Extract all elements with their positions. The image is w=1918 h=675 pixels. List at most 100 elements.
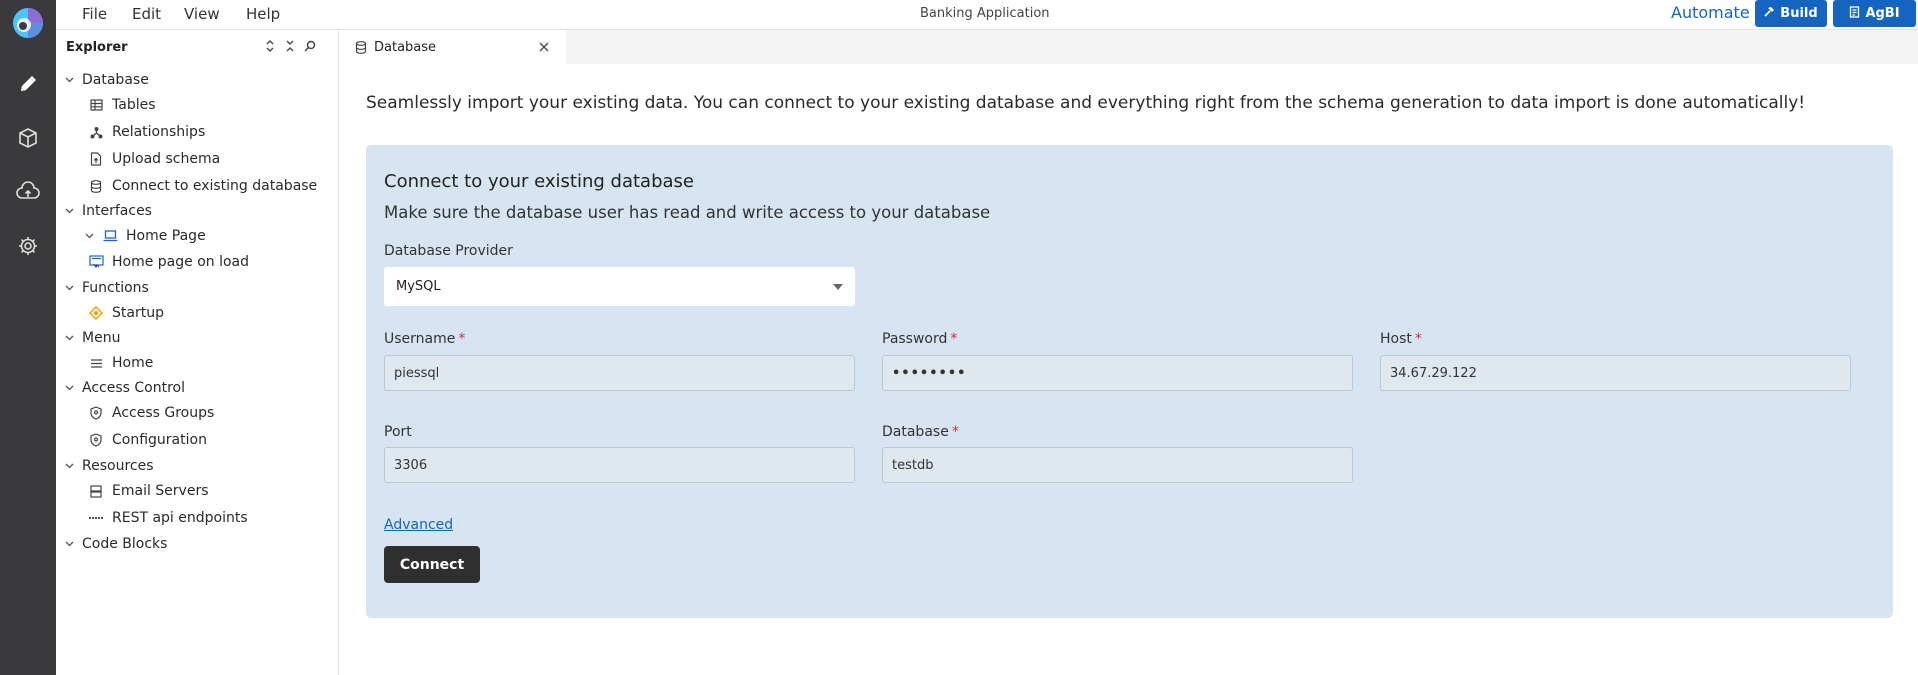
required-asterisk: *: [1414, 331, 1422, 347]
required-asterisk: *: [950, 331, 958, 347]
agbi-button[interactable]: AgBI: [1833, 0, 1916, 27]
tree-item-label: Configuration: [112, 432, 207, 448]
password-field[interactable]: [882, 355, 1353, 391]
database-name-label: Database *: [882, 424, 959, 440]
connect-button[interactable]: Connect: [384, 546, 480, 583]
tree-item-label: Relationships: [112, 124, 206, 140]
port-field[interactable]: [384, 447, 855, 483]
tree-item-label: REST api endpoints: [112, 510, 248, 526]
explorer-panel: Explorer Database Tables Relationships U…: [56, 30, 339, 675]
host-field[interactable]: [1380, 355, 1851, 391]
database-cylinder-icon: [88, 178, 104, 194]
intro-text: Seamlessly import your existing data. Yo…: [366, 93, 1806, 113]
close-icon[interactable]: [536, 39, 552, 55]
report-icon: [1849, 5, 1860, 22]
tree-group-label: Interfaces: [82, 203, 152, 219]
tree-item-home-page-on-load[interactable]: Home page on load: [88, 251, 249, 273]
tree-item-access-groups[interactable]: Access Groups: [88, 402, 214, 424]
tab-database[interactable]: Database: [340, 30, 566, 64]
host-label: Host *: [1380, 331, 1422, 347]
tree-item-relationships[interactable]: Relationships: [88, 121, 205, 143]
app-logo-icon: [10, 5, 46, 41]
required-asterisk: *: [951, 424, 959, 440]
password-label: Password *: [882, 331, 957, 347]
tree-item-label: Tables: [112, 97, 156, 113]
tree-item-label: Home page on load: [112, 254, 250, 270]
build-label: Build: [1780, 6, 1818, 21]
tree-group-access-control[interactable]: Access Control: [62, 377, 185, 399]
chevron-down-icon: [62, 537, 76, 551]
menu-help[interactable]: Help: [246, 5, 280, 23]
tree-item-label: Home: [112, 355, 154, 371]
chevron-down-icon: [62, 281, 76, 295]
advanced-link[interactable]: Advanced: [384, 517, 453, 533]
tree-item-home[interactable]: Home: [88, 352, 153, 374]
port-label: Port: [384, 424, 412, 440]
cloud-upload-icon[interactable]: [16, 180, 40, 204]
chevron-down-icon: [62, 73, 76, 87]
tree-item-configuration[interactable]: Configuration: [88, 429, 207, 451]
tree-group-resources[interactable]: Resources: [62, 455, 154, 477]
menu-edit[interactable]: Edit: [132, 5, 161, 23]
username-label-text: Username: [384, 331, 456, 347]
tree-group-label: Code Blocks: [82, 536, 168, 552]
menu-file[interactable]: File: [82, 5, 107, 23]
agbi-label: AgBI: [1865, 6, 1900, 21]
tree-item-label: Email Servers: [112, 483, 209, 499]
search-icon[interactable]: [302, 38, 318, 54]
provider-select[interactable]: MySQL: [384, 267, 855, 306]
tab-label: Database: [374, 39, 437, 55]
tree-group-label: Database: [82, 72, 149, 88]
automate-link[interactable]: Automate: [1671, 3, 1750, 22]
card-subtitle: Make sure the database user has read and…: [384, 203, 991, 222]
edit-pencil-icon[interactable]: [16, 72, 40, 96]
caret-down-icon: [833, 284, 843, 290]
database-name-field[interactable]: [882, 447, 1353, 483]
tree-group-menu[interactable]: Menu: [62, 327, 120, 349]
connect-database-card: Connect to your existing database Make s…: [366, 145, 1893, 618]
page-load-icon: [88, 254, 104, 270]
shield-icon: [88, 432, 104, 448]
tree-group-interfaces[interactable]: Interfaces: [62, 200, 152, 222]
tree-item-label: Startup: [112, 305, 164, 321]
chevron-down-icon: [62, 204, 76, 218]
chevron-down-icon: [62, 331, 76, 345]
chevron-down-icon: [82, 229, 96, 243]
tree-item-home-page[interactable]: Home Page: [82, 225, 206, 247]
tree-group-database[interactable]: Database: [62, 69, 149, 91]
server-icon: [88, 483, 104, 499]
username-field[interactable]: [384, 355, 855, 391]
build-button[interactable]: Build: [1755, 0, 1827, 27]
chevron-down-icon: [62, 459, 76, 473]
tree-group-label: Access Control: [82, 380, 185, 396]
function-diamond-icon: [88, 305, 104, 321]
explorer-title: Explorer: [66, 40, 128, 55]
database-cylinder-icon: [354, 40, 368, 54]
tree-item-rest-endpoints[interactable]: REST api endpoints: [88, 507, 248, 529]
activity-rail: [0, 0, 56, 675]
tree-item-email-servers[interactable]: Email Servers: [88, 480, 209, 502]
tree-group-code-blocks[interactable]: Code Blocks: [62, 533, 167, 555]
table-grid-icon: [88, 97, 104, 113]
menu-view[interactable]: View: [184, 5, 220, 23]
relationship-nodes-icon: [88, 124, 104, 140]
shield-icon: [88, 405, 104, 421]
tree-group-label: Menu: [82, 330, 121, 346]
tree-item-tables[interactable]: Tables: [88, 94, 156, 116]
tree-item-upload-schema[interactable]: Upload schema: [88, 148, 220, 170]
tree-group-functions[interactable]: Functions: [62, 277, 149, 299]
tree-group-label: Resources: [82, 458, 154, 474]
username-label: Username *: [384, 331, 465, 347]
provider-label: Database Provider: [384, 243, 513, 259]
tree-item-connect-existing[interactable]: Connect to existing database: [88, 175, 317, 197]
package-cube-icon[interactable]: [16, 126, 40, 150]
provider-value: MySQL: [396, 279, 441, 294]
expand-collapse-icon[interactable]: [262, 38, 278, 54]
database-label-text: Database: [882, 424, 949, 440]
settings-gear-icon[interactable]: [16, 234, 40, 258]
tree-item-label: Connect to existing database: [112, 178, 318, 194]
collapse-all-icon[interactable]: [282, 38, 298, 54]
tree-item-startup[interactable]: Startup: [88, 302, 164, 324]
host-label-text: Host: [1380, 331, 1412, 347]
http-icon: [88, 510, 104, 526]
